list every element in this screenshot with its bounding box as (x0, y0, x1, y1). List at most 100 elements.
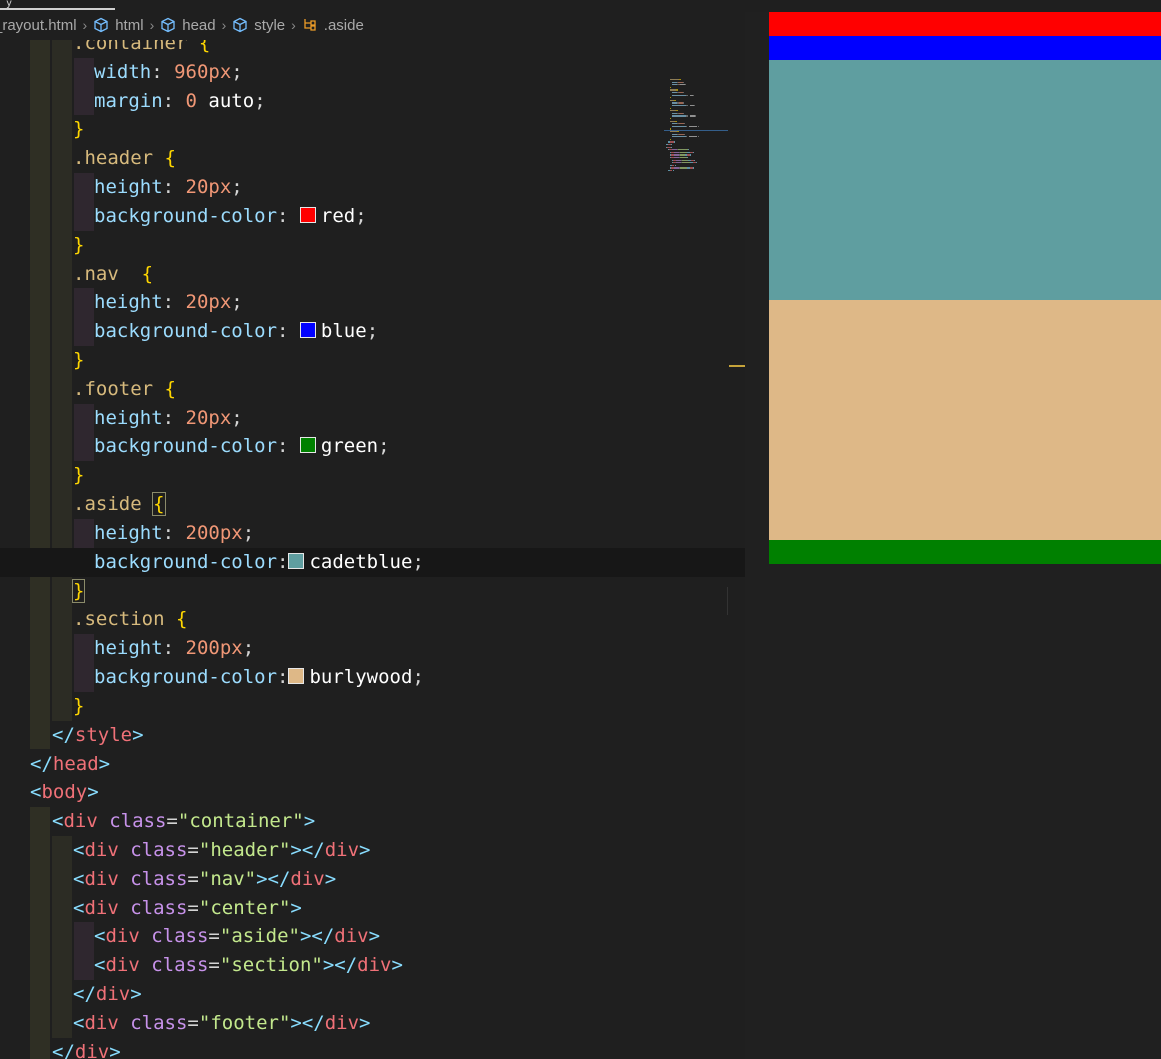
minimap-line (689, 125, 698, 128)
code-token: div (84, 867, 119, 890)
code-line[interactable]: } (73, 115, 84, 144)
code-token: : (277, 550, 289, 573)
code-line[interactable]: height: 20px; (94, 404, 243, 433)
code-line[interactable]: <div class="footer"></div> (73, 1009, 371, 1038)
minimap-line (670, 79, 679, 81)
minimap-line (686, 136, 688, 138)
code-line[interactable]: margin: 0 auto; (94, 87, 266, 116)
indent-guide (52, 346, 72, 375)
code-line[interactable]: .aside { (73, 490, 166, 519)
code-token: > (290, 896, 302, 919)
chevron-right-icon: › (291, 17, 296, 33)
code-line[interactable]: .section { (73, 605, 187, 634)
breadcrumb-item-html[interactable]: html (93, 17, 144, 34)
code-line[interactable]: .footer { (73, 375, 176, 404)
code-line[interactable]: } (73, 346, 84, 375)
code-token: height (94, 291, 163, 314)
code-editor[interactable]: .container {width: 960px; margin: 0 auto;… (0, 40, 745, 1059)
code-line[interactable]: <div class="nav"></div> (73, 865, 336, 894)
indent-guide (30, 461, 50, 491)
code-line[interactable]: <div class="aside"></div> (94, 922, 380, 951)
color-swatch[interactable] (288, 668, 305, 685)
code-token: head (52, 752, 99, 775)
code-line-current[interactable]: background-color: cadetblue; (0, 547, 745, 577)
indent-guide (52, 951, 72, 981)
code-token: { (152, 492, 166, 517)
indent-guide (30, 230, 50, 260)
code-token: 20px (185, 406, 232, 429)
indent-guide (30, 980, 50, 1009)
indent-guide (30, 403, 50, 433)
code-line[interactable]: </div> (73, 980, 142, 1009)
code-token: auto (196, 89, 255, 112)
color-swatch[interactable] (299, 322, 316, 339)
code-line[interactable]: height: 20px; (94, 288, 243, 317)
breadcrumb-item-style[interactable]: style (232, 17, 285, 34)
indent-guide (30, 115, 50, 145)
preview-top-bar (745, 0, 1161, 12)
indent-guide (52, 317, 72, 346)
indent-guide (30, 173, 50, 202)
color-swatch[interactable] (299, 437, 316, 454)
code-line[interactable]: height: 20px; (94, 173, 243, 202)
code-line[interactable]: </style> (52, 721, 144, 750)
breadcrumb-item-head[interactable]: head (160, 17, 216, 34)
minimap-line (683, 123, 685, 125)
minimap-cursor-line (664, 130, 728, 132)
code-token: } (73, 118, 85, 141)
code-token: "aside" (219, 925, 300, 948)
code-line[interactable]: <div class="container"> (52, 807, 315, 836)
code-line[interactable]: background-color: blue; (94, 317, 378, 346)
code-line[interactable]: .nav { (73, 260, 153, 289)
code-line[interactable]: background-color: burlywood; (94, 663, 424, 692)
breadcrumb-file[interactable]: _rayout.html (0, 17, 77, 34)
code-line[interactable]: background-color: green; (94, 432, 390, 461)
code-line[interactable]: } (71, 577, 86, 606)
indent-guide (74, 951, 94, 981)
code-token: background-color (94, 666, 278, 689)
code-line[interactable]: </head> (30, 750, 110, 779)
code-line[interactable]: </div> (52, 1038, 121, 1059)
minimap-line (676, 89, 679, 91)
code-line[interactable]: } (73, 231, 84, 260)
code-line[interactable]: <body> (30, 778, 99, 807)
minimap[interactable] (664, 77, 730, 177)
code-token: ></ (290, 1011, 325, 1034)
code-token: > (359, 1011, 371, 1034)
minimap-line (692, 94, 694, 96)
code-line[interactable]: height: 200px; (94, 519, 254, 548)
code-token: ></ (290, 838, 325, 861)
code-line[interactable]: height: 200px; (94, 634, 254, 663)
code-line[interactable]: } (73, 461, 84, 490)
code-line[interactable]: <div class="center"> (73, 894, 302, 923)
code-token: div (95, 983, 131, 1006)
code-line[interactable]: background-color: red; (94, 202, 367, 231)
color-swatch[interactable] (288, 552, 305, 569)
indent-guide (30, 86, 50, 116)
minimap-line (680, 157, 688, 159)
indent-guide (30, 720, 50, 750)
code-line[interactable]: <div class="section"></div> (94, 951, 403, 980)
css-rule-icon (304, 19, 316, 31)
code-line[interactable]: width: 960px; (94, 58, 243, 87)
indent-guide (74, 86, 94, 116)
code-token: 200px (185, 637, 243, 660)
breadcrumb-item-aside[interactable]: .aside (302, 17, 364, 34)
indent-guide (52, 144, 72, 174)
indent-guide (52, 663, 72, 692)
code-line[interactable]: .container { (73, 40, 210, 58)
indent-guide (30, 40, 50, 58)
code-line[interactable]: <div class="header"></div> (73, 836, 371, 865)
code-token: : (151, 60, 175, 83)
color-swatch[interactable] (299, 206, 316, 223)
minimap-line (686, 94, 689, 96)
code-token: : (277, 666, 289, 689)
code-token: > (368, 925, 381, 948)
minimap-line (671, 144, 673, 146)
code-line[interactable]: .header { (73, 144, 176, 173)
indent-guide (52, 201, 72, 231)
code-token: blue (320, 320, 367, 343)
code-line[interactable]: } (73, 692, 84, 721)
minimap-line (689, 136, 698, 138)
code-token: > (391, 954, 403, 977)
